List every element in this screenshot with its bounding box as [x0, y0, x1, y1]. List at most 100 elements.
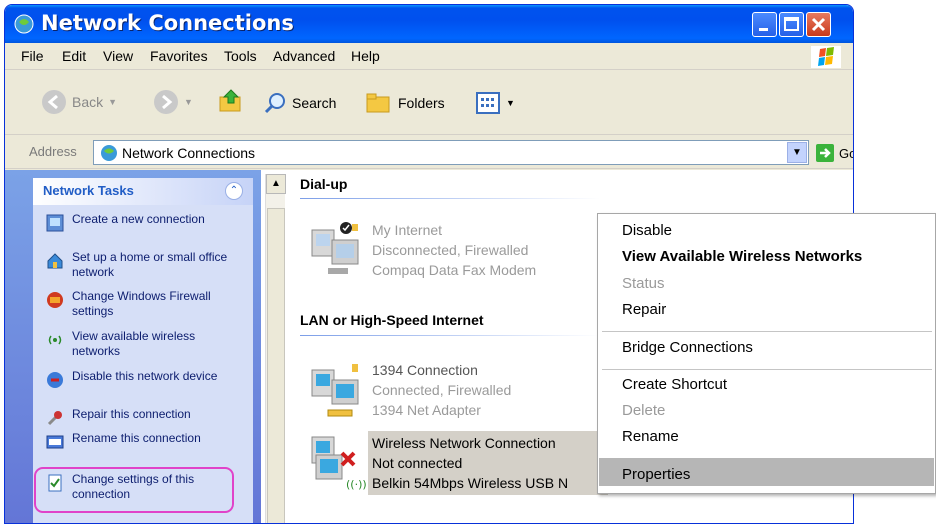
close-button[interactable]: [806, 12, 831, 37]
home-network-icon: [47, 253, 63, 269]
task-label: Rename this connection: [72, 431, 201, 445]
vertical-scrollbar[interactable]: ▲: [265, 174, 286, 523]
task-firewall-settings[interactable]: Change Windows Firewall settings: [46, 289, 236, 319]
menu-item-rename[interactable]: Rename: [622, 428, 679, 445]
wireless-signal-icon: [48, 335, 62, 345]
repair-wrench-icon: [47, 411, 62, 426]
disable-device-icon: [47, 372, 63, 388]
up-folder-icon: [219, 89, 241, 112]
menu-item-delete: Delete: [622, 402, 666, 419]
dialup-computer-icon: [311, 222, 359, 274]
svg-text:((·)): ((·)): [346, 478, 367, 491]
folders-button[interactable]: Folders: [365, 91, 445, 115]
menu-tools[interactable]: Tools: [224, 48, 257, 64]
go-button[interactable]: Go: [815, 143, 853, 163]
connection-name: My Internet: [372, 222, 443, 238]
menu-item-properties[interactable]: Properties: [622, 466, 690, 483]
menu-favorites[interactable]: Favorites: [150, 48, 208, 64]
task-create-connection[interactable]: Create a new connection: [46, 212, 236, 232]
windows-flag-icon: [818, 47, 834, 66]
forward-dropdown-icon[interactable]: ▼: [184, 97, 193, 107]
minimize-button[interactable]: [752, 12, 777, 37]
network-tasks-header[interactable]: Network Tasks ⌃: [33, 178, 253, 205]
menu-item-view-wireless[interactable]: View Available Wireless Networks: [622, 248, 862, 265]
menu-item-create-shortcut[interactable]: Create Shortcut: [622, 376, 727, 393]
collapse-chevron-icon[interactable]: ⌃: [225, 182, 243, 200]
new-connection-icon: [46, 214, 64, 232]
task-label: Disable this network device: [72, 369, 218, 383]
menu-item-repair[interactable]: Repair: [622, 301, 666, 318]
search-label: Search: [292, 95, 337, 111]
menu-bar: File Edit View Favorites Tools Advanced …: [5, 43, 853, 70]
menu-separator: [602, 369, 932, 370]
task-label: Change Windows Firewall settings: [72, 289, 211, 318]
forward-arrow-icon: [154, 90, 178, 114]
lan-computer-icon: [311, 364, 359, 417]
menu-help[interactable]: Help: [351, 48, 380, 64]
task-label: Repair this connection: [72, 407, 191, 421]
highlight-annotation: [34, 467, 234, 513]
menu-edit[interactable]: Edit: [62, 48, 86, 64]
title-bar[interactable]: Network Connections: [5, 5, 853, 43]
back-arrow-icon: [42, 90, 66, 114]
search-button[interactable]: Search: [263, 91, 336, 115]
address-input[interactable]: Network Connections ▼: [93, 140, 809, 165]
connection-name: 1394 Connection: [372, 362, 478, 378]
folders-icon: [366, 93, 390, 113]
connection-name: Wireless Network Connection: [372, 435, 556, 451]
connection-status: Disconnected, Firewalled: [372, 242, 529, 258]
go-arrow-icon: [816, 144, 834, 162]
task-home-network[interactable]: Set up a home or small office network: [46, 250, 236, 280]
connection-my-internet[interactable]: My Internet Disconnected, Firewalled Com…: [306, 220, 596, 282]
views-dropdown-icon[interactable]: ▼: [506, 98, 515, 108]
connection-status: Not connected: [372, 455, 463, 471]
menu-item-bridge[interactable]: Bridge Connections: [622, 339, 753, 356]
address-value: Network Connections: [122, 145, 256, 161]
connection-device: 1394 Net Adapter: [372, 402, 481, 418]
maximize-button[interactable]: [779, 12, 804, 37]
rename-icon: [46, 435, 64, 449]
task-repair-connection[interactable]: Repair this connection: [46, 407, 236, 427]
menu-view[interactable]: View: [103, 48, 133, 64]
address-dropdown-button[interactable]: ▼: [787, 142, 807, 163]
menu-item-status: Status: [622, 275, 665, 292]
up-folder-button[interactable]: [217, 87, 245, 115]
task-view-wireless[interactable]: View available wireless networks: [46, 329, 236, 359]
network-connections-icon: [101, 145, 117, 161]
minimize-icon: [759, 28, 768, 31]
task-rename-connection[interactable]: Rename this connection: [46, 431, 236, 451]
search-icon: [264, 93, 285, 114]
window-title: Network Connections: [41, 11, 294, 35]
task-label: View available wireless networks: [72, 329, 196, 358]
group-divider: [300, 198, 600, 199]
connection-device: Compaq Data Fax Modem: [372, 262, 537, 278]
scroll-up-button[interactable]: ▲: [266, 174, 286, 194]
task-disable-device[interactable]: Disable this network device: [46, 369, 236, 389]
menu-file[interactable]: File: [21, 48, 44, 64]
group-divider: [300, 335, 600, 336]
back-button[interactable]: Back ▼: [41, 89, 117, 115]
views-button[interactable]: ▼: [475, 91, 515, 115]
wireless-computer-icon: ((·)): [311, 436, 367, 491]
group-lan-title: LAN or High-Speed Internet: [300, 312, 484, 328]
back-label: Back: [72, 94, 104, 110]
menu-item-disable[interactable]: Disable: [622, 222, 672, 239]
connection-1394[interactable]: 1394 Connection Connected, Firewalled 13…: [306, 360, 596, 422]
go-label: Go: [839, 145, 853, 161]
connection-wireless[interactable]: ((·)) Wireless Network Connection Not co…: [306, 433, 606, 495]
connection-status: Connected, Firewalled: [372, 382, 512, 398]
network-connections-icon: [14, 14, 34, 34]
close-icon: [811, 17, 826, 32]
maximize-icon: [784, 17, 799, 31]
back-dropdown-icon[interactable]: ▼: [108, 97, 117, 107]
context-menu: Disable View Available Wireless Networks…: [597, 213, 936, 494]
firewall-icon: [47, 292, 63, 308]
address-bar: Address Network Connections ▼ Go: [5, 136, 853, 169]
scroll-thumb[interactable]: [267, 208, 285, 523]
windows-logo: [811, 46, 841, 68]
forward-button[interactable]: ▼: [153, 89, 193, 115]
menu-advanced[interactable]: Advanced: [273, 48, 335, 64]
views-icon: [476, 92, 500, 114]
task-label: Create a new connection: [72, 212, 205, 226]
group-dialup-title: Dial-up: [300, 176, 348, 192]
